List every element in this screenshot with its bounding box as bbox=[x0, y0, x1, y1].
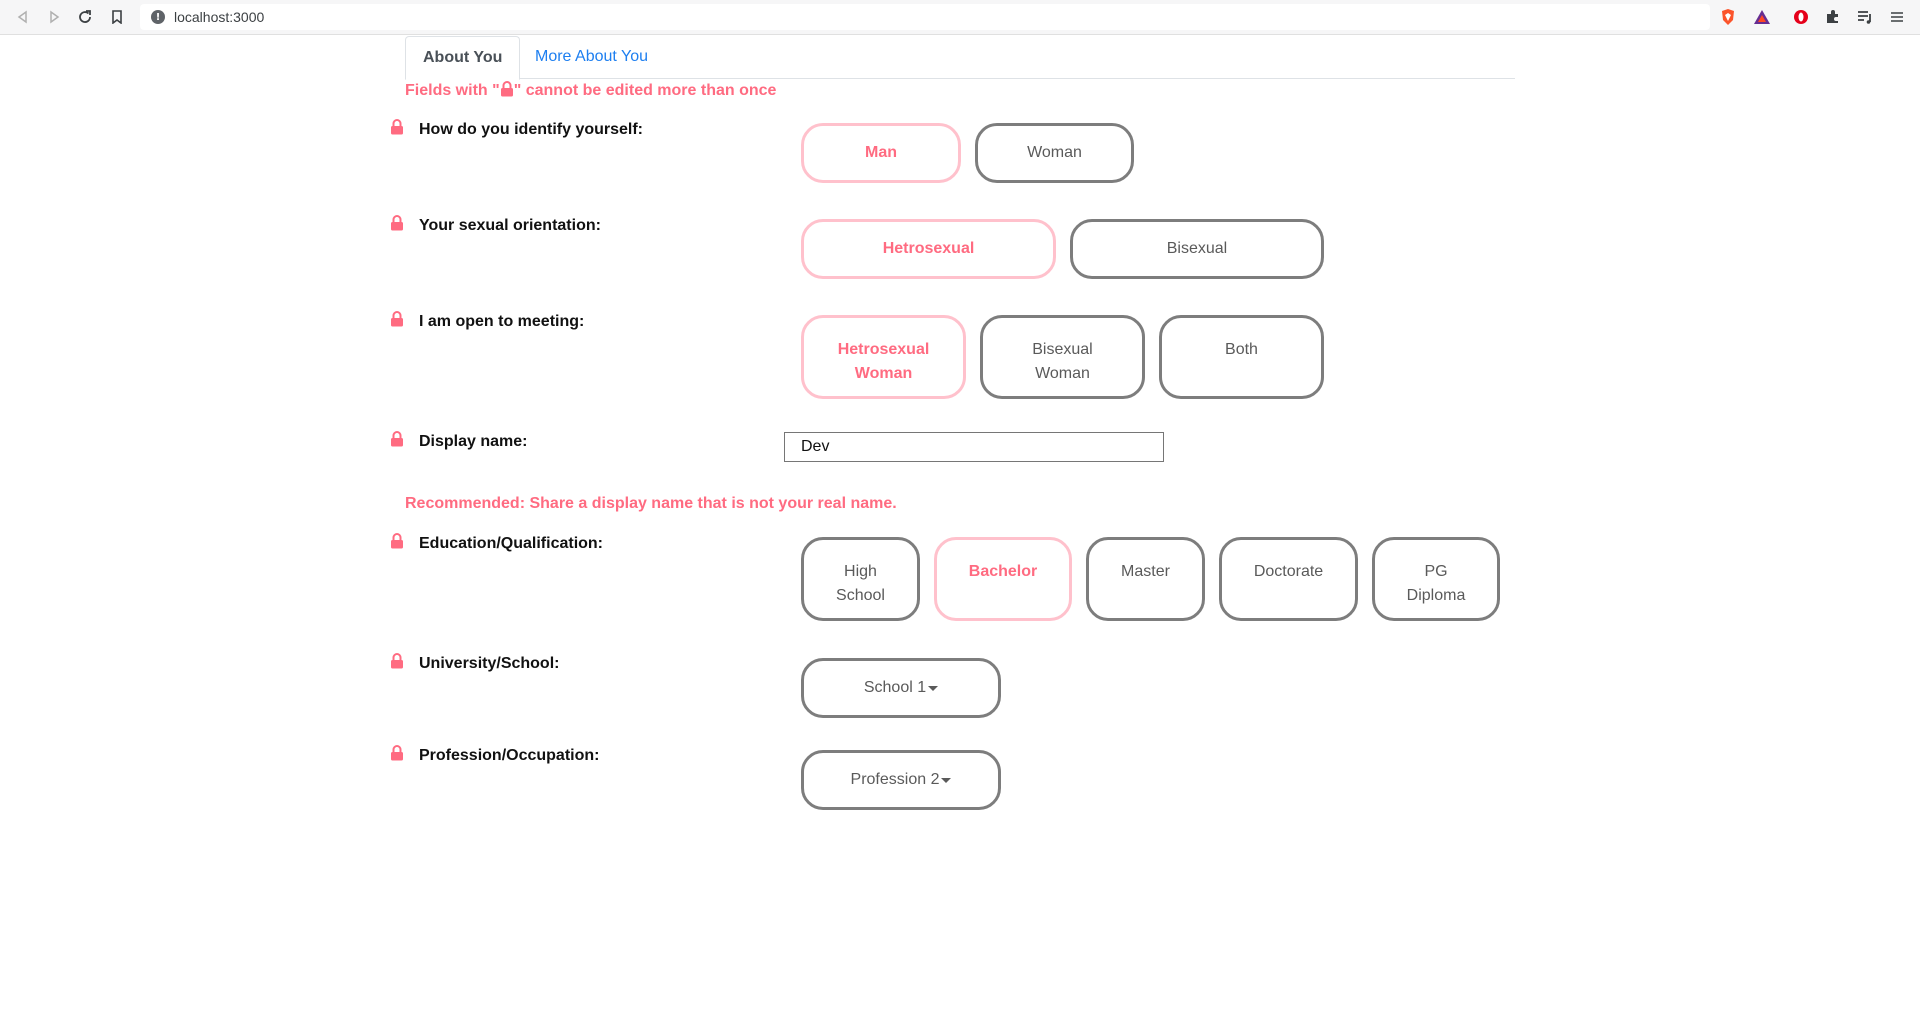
notice-suffix: " cannot be edited more than once bbox=[513, 82, 777, 99]
menu-icon[interactable] bbox=[1888, 8, 1906, 26]
profession-label: Profession/Occupation: bbox=[419, 747, 600, 764]
profession-dropdown[interactable]: Profession 2 bbox=[801, 750, 1001, 810]
option-hetrosexual-woman[interactable]: Hetrosexual Woman bbox=[801, 315, 966, 399]
university-label: University/School: bbox=[419, 655, 560, 672]
brave-shield-icon[interactable] bbox=[1719, 8, 1737, 26]
option-line: Bisexual bbox=[1032, 341, 1093, 358]
option-text: High School bbox=[836, 560, 885, 618]
display-name-recommendation: Recommended: Share a display name that i… bbox=[405, 495, 897, 512]
extensions-puzzle-icon[interactable] bbox=[1824, 8, 1842, 26]
option-text: Bachelor bbox=[968, 563, 1038, 580]
option-text: Bisexual Woman bbox=[1032, 338, 1092, 396]
option-woman[interactable]: Woman bbox=[975, 123, 1134, 183]
option-high-school[interactable]: High School bbox=[801, 537, 920, 621]
dropdown-value: Profession 2 bbox=[850, 771, 940, 788]
option-line: High bbox=[844, 563, 877, 580]
caret-down-icon bbox=[941, 777, 952, 783]
display-name-input[interactable] bbox=[784, 432, 1164, 462]
option-line: School bbox=[836, 587, 885, 604]
option-text: Master bbox=[1121, 563, 1170, 580]
lock-icon bbox=[390, 215, 404, 231]
option-line: PG bbox=[1424, 563, 1448, 580]
option-text: Both bbox=[1225, 341, 1258, 358]
option-text: Doctorate bbox=[1253, 563, 1324, 580]
option-line: Diploma bbox=[1406, 587, 1466, 604]
lock-icon bbox=[390, 311, 404, 327]
option-line: Hetrosexual bbox=[837, 341, 930, 358]
lock-icon bbox=[390, 653, 404, 669]
identify-label: How do you identify yourself: bbox=[419, 121, 644, 138]
tab-about-you[interactable]: About You bbox=[405, 36, 521, 80]
option-bisexual[interactable]: Bisexual bbox=[1070, 219, 1324, 279]
media-playlist-icon[interactable] bbox=[1856, 8, 1874, 26]
option-man[interactable]: Man bbox=[801, 123, 961, 183]
dropdown-value: School 1 bbox=[863, 679, 927, 696]
bookmark-icon[interactable] bbox=[108, 8, 126, 26]
option-master[interactable]: Master bbox=[1086, 537, 1205, 621]
edit-once-notice: Fields with " " cannot be edited more tha… bbox=[405, 81, 776, 102]
orientation-label: Your sexual orientation: bbox=[419, 217, 601, 234]
rewards-triangle-icon[interactable] bbox=[1753, 8, 1771, 26]
site-info-icon[interactable]: ! bbox=[151, 10, 165, 24]
reload-icon[interactable] bbox=[76, 8, 94, 26]
option-text: PG Diploma bbox=[1407, 560, 1466, 618]
browser-toolbar: ! localhost:3000 bbox=[0, 0, 1920, 35]
display-name-label: Display name: bbox=[419, 433, 528, 450]
option-both[interactable]: Both bbox=[1159, 315, 1324, 399]
option-bachelor[interactable]: Bachelor bbox=[934, 537, 1072, 621]
caret-down-icon bbox=[928, 685, 939, 691]
university-dropdown[interactable]: School 1 bbox=[801, 658, 1001, 718]
meeting-label: I am open to meeting: bbox=[419, 313, 585, 330]
lock-icon bbox=[390, 533, 404, 549]
notice-prefix: Fields with " bbox=[405, 82, 500, 99]
back-icon[interactable] bbox=[14, 8, 32, 26]
tab-more-about-you[interactable]: More About You bbox=[518, 36, 665, 78]
lock-icon bbox=[390, 431, 404, 447]
url-text[interactable]: localhost:3000 bbox=[174, 9, 264, 25]
option-bisexual-woman[interactable]: Bisexual Woman bbox=[980, 315, 1145, 399]
option-hetrosexual[interactable]: Hetrosexual bbox=[801, 219, 1056, 279]
lock-icon bbox=[390, 745, 404, 761]
option-text: Hetrosexual Woman bbox=[838, 338, 930, 396]
address-bar[interactable] bbox=[140, 4, 1710, 30]
forward-icon[interactable] bbox=[45, 8, 63, 26]
education-label: Education/Qualification: bbox=[419, 535, 604, 552]
profile-tabs: About You More About You bbox=[405, 36, 1515, 80]
option-line: Woman bbox=[1035, 365, 1090, 382]
opera-extension-icon[interactable] bbox=[1792, 8, 1810, 26]
option-line: Woman bbox=[854, 365, 913, 382]
lock-icon bbox=[500, 81, 514, 102]
option-doctorate[interactable]: Doctorate bbox=[1219, 537, 1358, 621]
lock-icon bbox=[390, 119, 404, 135]
option-pg-diploma[interactable]: PG Diploma bbox=[1372, 537, 1500, 621]
